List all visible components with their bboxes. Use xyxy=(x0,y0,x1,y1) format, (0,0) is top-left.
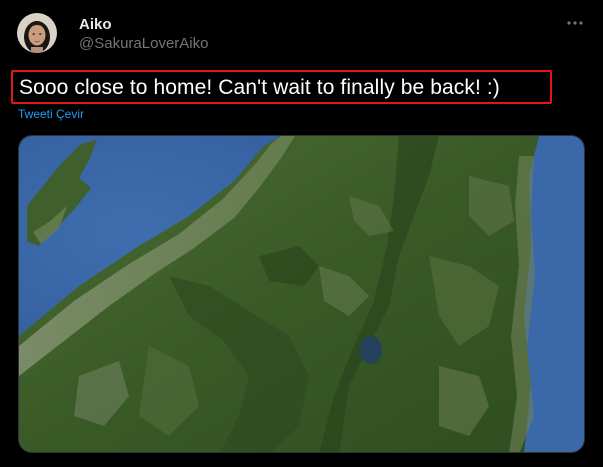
more-options-button[interactable] xyxy=(563,15,587,31)
satellite-image xyxy=(19,136,584,452)
more-horizontal-icon xyxy=(567,21,583,25)
translate-tweet-link[interactable]: Tweeti Çevir xyxy=(18,107,84,121)
tweet-media-satellite-map[interactable] xyxy=(18,135,585,453)
avatar[interactable] xyxy=(17,13,57,53)
user-handle[interactable]: @SakuraLoverAiko xyxy=(79,35,208,53)
avatar-image xyxy=(17,13,57,53)
tweet-text: Sooo close to home! Can't wait to finall… xyxy=(19,76,500,99)
display-name[interactable]: Aiko xyxy=(79,16,112,34)
tweet: Aiko @SakuraLoverAiko Sooo close to home… xyxy=(0,0,603,467)
